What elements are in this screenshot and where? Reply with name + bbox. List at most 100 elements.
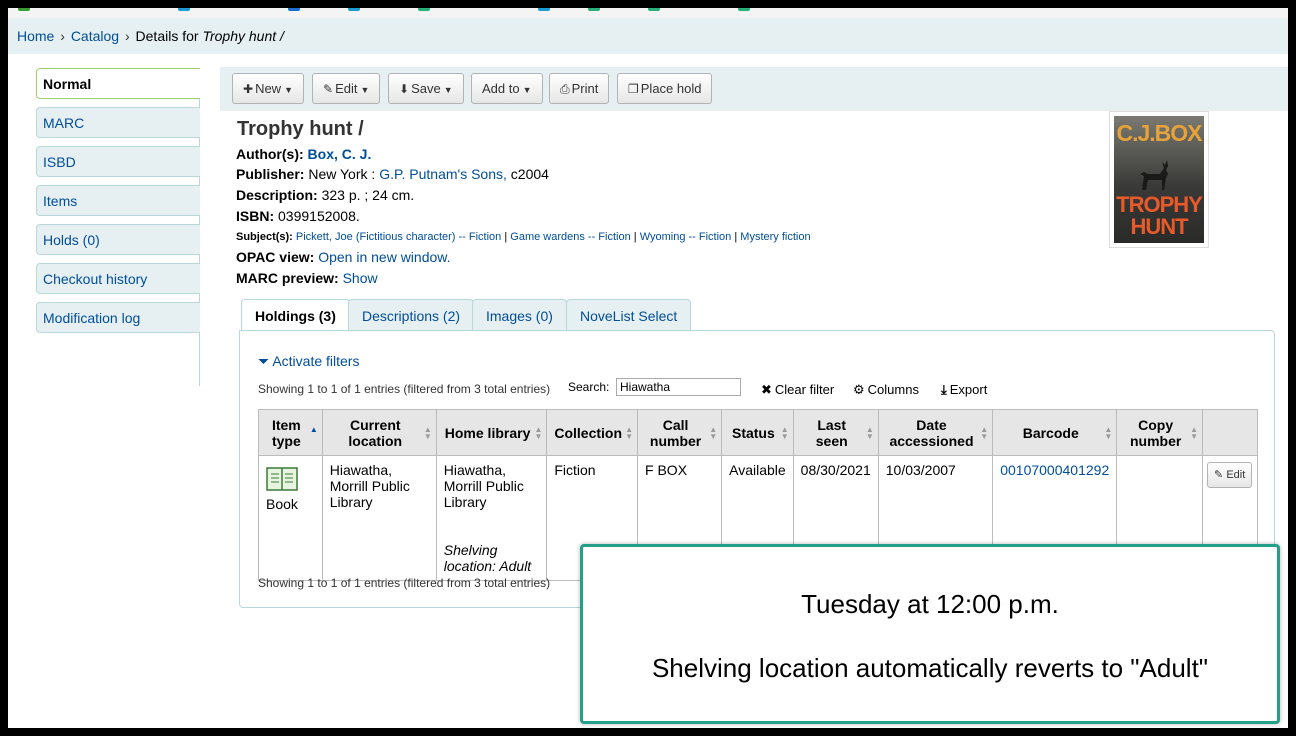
print-button[interactable]: ⎙ Print bbox=[549, 73, 610, 104]
sidebar-item-modification-log[interactable]: Modification log bbox=[36, 302, 200, 333]
columns-label: Columns bbox=[867, 382, 919, 397]
table-info-top: Showing 1 to 1 of 1 entries (filtered fr… bbox=[258, 382, 551, 396]
sort-icon: ▲ ▼ bbox=[1190, 425, 1199, 441]
home-library-value: Hiawatha, Morrill Public Library bbox=[443, 462, 524, 510]
cover-title-line1: TROPHY bbox=[1116, 192, 1203, 217]
sidebar-item-normal[interactable]: Normal bbox=[36, 68, 200, 99]
sidebar-item-checkout-history[interactable]: Checkout history bbox=[36, 263, 200, 294]
sticky-note-icon: ❐ bbox=[628, 82, 639, 96]
column-header-label: Date accessioned bbox=[889, 416, 974, 449]
record-view-sidebar: Normal MARC ISBD Items Holds (0) Checkou… bbox=[36, 68, 200, 386]
publisher-line: Publisher: New York : G.P. Putnam's Sons… bbox=[236, 166, 549, 182]
sort-asc-icon: ▲ bbox=[309, 425, 318, 434]
sort-icon: ▲ ▼ bbox=[534, 425, 543, 441]
column-header-label: Item type bbox=[271, 416, 301, 449]
sidebar-item-holds[interactable]: Holds (0) bbox=[36, 224, 200, 255]
column-header-actions bbox=[1202, 409, 1258, 456]
close-icon: ✖ bbox=[761, 382, 772, 397]
column-header-call-number[interactable]: Call number ▲ ▼ bbox=[637, 409, 723, 456]
pencil-icon: ✎ bbox=[1214, 469, 1224, 481]
column-header-label: Last seen bbox=[815, 416, 848, 449]
opac-link[interactable]: Open in new window. bbox=[318, 249, 450, 265]
caret-down-icon: ▼ bbox=[360, 85, 370, 95]
edit-button[interactable]: ✎ Edit ▼ bbox=[312, 73, 381, 104]
subject-link[interactable]: Game wardens -- Fiction bbox=[510, 231, 630, 243]
column-header-date-accessioned[interactable]: Date accessioned ▲ ▼ bbox=[877, 409, 994, 456]
column-header-copy-number[interactable]: Copy number ▲ ▼ bbox=[1116, 409, 1204, 456]
place-hold-button[interactable]: ❐ Place hold bbox=[617, 73, 713, 104]
add-to-button[interactable]: Add to ▼ bbox=[471, 73, 543, 104]
book-icon bbox=[266, 467, 298, 491]
printer-icon: ⎙ bbox=[560, 82, 570, 96]
tab-novelist-select[interactable]: NoveList Select bbox=[566, 299, 692, 331]
columns-button[interactable]: ⚙ Columns bbox=[853, 382, 919, 398]
sort-icon: ▲ ▼ bbox=[423, 425, 432, 441]
subject-link[interactable]: Wyoming -- Fiction bbox=[640, 231, 732, 243]
barcode-link[interactable]: 00107000401292 bbox=[1000, 462, 1109, 478]
clear-filter-label: Clear filter bbox=[774, 382, 835, 397]
edit-button-label: Edit bbox=[335, 81, 358, 96]
publisher-label: Publisher: bbox=[236, 166, 305, 182]
table-info-bottom: Showing 1 to 1 of 1 entries (filtered fr… bbox=[258, 576, 551, 590]
deer-silhouette-icon bbox=[1140, 160, 1168, 190]
opac-line: OPAC view: Open in new window. bbox=[236, 249, 451, 265]
breadcrumb-home[interactable]: Home bbox=[17, 28, 54, 44]
subject-link[interactable]: Mystery fiction bbox=[740, 231, 810, 243]
publisher-place: New York : bbox=[308, 166, 376, 182]
column-header-current-location[interactable]: Current location ▲ ▼ bbox=[321, 409, 437, 456]
table-header-row: Item type ▲ Current location ▲ ▼ Home libra… bbox=[258, 409, 1258, 456]
column-header-status[interactable]: Status ▲ ▼ bbox=[721, 409, 794, 456]
add-to-button-label: Add to bbox=[482, 81, 520, 96]
column-header-last-seen[interactable]: Last seen ▲ ▼ bbox=[792, 409, 879, 456]
caret-down-icon: ▼ bbox=[284, 85, 293, 95]
tab-images[interactable]: Images (0) bbox=[472, 299, 567, 331]
download-icon: ⤓ bbox=[941, 382, 947, 397]
item-type-label: Book bbox=[266, 496, 298, 512]
edit-item-button[interactable]: ✎ Edit bbox=[1207, 462, 1253, 488]
cell-home-library: Hiawatha, Morrill Public Library Shelvin… bbox=[435, 455, 548, 581]
clear-filter-button[interactable]: ✖ Clear filter bbox=[761, 382, 834, 398]
book-cover[interactable]: C.J.BOX TROPHY HUNT bbox=[1109, 111, 1209, 248]
export-label: Export bbox=[949, 382, 988, 397]
column-header-home-library[interactable]: Home library ▲ ▼ bbox=[435, 409, 548, 456]
sort-icon: ▲ ▼ bbox=[865, 425, 874, 441]
subjects-label: Subject(s): bbox=[236, 231, 293, 243]
column-header-collection[interactable]: Collection ▲ ▼ bbox=[546, 409, 639, 456]
cover-title: TROPHY HUNT bbox=[1114, 194, 1204, 238]
new-button[interactable]: ✚ New ▼ bbox=[232, 73, 304, 104]
pencil-icon: ✎ bbox=[323, 82, 334, 96]
breadcrumb: Home › Catalog › Details for Trophy hunt… bbox=[8, 18, 1288, 54]
tab-holdings[interactable]: Holdings (3) bbox=[241, 299, 350, 332]
save-button[interactable]: ⬇ Save ▼ bbox=[388, 73, 464, 104]
column-header-barcode[interactable]: Barcode ▲ ▼ bbox=[992, 409, 1118, 456]
column-header-item-type[interactable]: Item type ▲ bbox=[258, 409, 323, 456]
subjects-line: Subject(s): Pickett, Joe (Fictitious cha… bbox=[236, 231, 811, 243]
browser-bookmarks-strip bbox=[8, 8, 1288, 18]
book-cover-image: C.J.BOX TROPHY HUNT bbox=[1114, 116, 1204, 243]
column-header-label: Collection bbox=[554, 424, 623, 441]
caret-down-icon: ▼ bbox=[522, 85, 532, 95]
breadcrumb-catalog[interactable]: Catalog bbox=[71, 28, 119, 44]
sort-icon: ▲ ▼ bbox=[1104, 425, 1113, 441]
activate-filters-link[interactable]: ⏷ Activate filters bbox=[258, 353, 359, 370]
marc-preview-link[interactable]: Show bbox=[343, 270, 378, 286]
sidebar-item-items[interactable]: Items bbox=[36, 185, 200, 216]
subject-link[interactable]: Pickett, Joe (Fictitious character) -- F… bbox=[296, 231, 501, 243]
export-button[interactable]: ⤓ Export bbox=[941, 382, 987, 398]
sort-icon: ▲ ▼ bbox=[980, 425, 989, 441]
description-line: Description: 323 p. ; 24 cm. bbox=[236, 187, 414, 203]
sidebar-item-isbd[interactable]: ISBD bbox=[36, 146, 200, 177]
download-icon: ⬇ bbox=[399, 82, 410, 96]
sidebar-item-marc[interactable]: MARC bbox=[36, 107, 200, 138]
isbn-value: 0399152008. bbox=[278, 208, 360, 224]
breadcrumb-separator: › bbox=[124, 28, 130, 44]
author-link[interactable]: Box, C. J. bbox=[308, 146, 372, 162]
cell-current-location: Hiawatha, Morrill Public Library bbox=[321, 455, 437, 581]
breadcrumb-details-title: Trophy hunt / bbox=[202, 28, 284, 44]
print-button-label: Print bbox=[571, 81, 599, 96]
record-toolbar: ✚ New ▼ ✎ Edit ▼ ⬇ Save ▼ Add to ▼ ⎙ Print ❐ Plac… bbox=[220, 67, 1288, 111]
holdings-search-input[interactable] bbox=[616, 378, 741, 396]
publisher-name-link[interactable]: G.P. Putnam's Sons, bbox=[379, 166, 507, 182]
tab-descriptions[interactable]: Descriptions (2) bbox=[348, 299, 475, 331]
subject-separator: | bbox=[504, 231, 508, 243]
